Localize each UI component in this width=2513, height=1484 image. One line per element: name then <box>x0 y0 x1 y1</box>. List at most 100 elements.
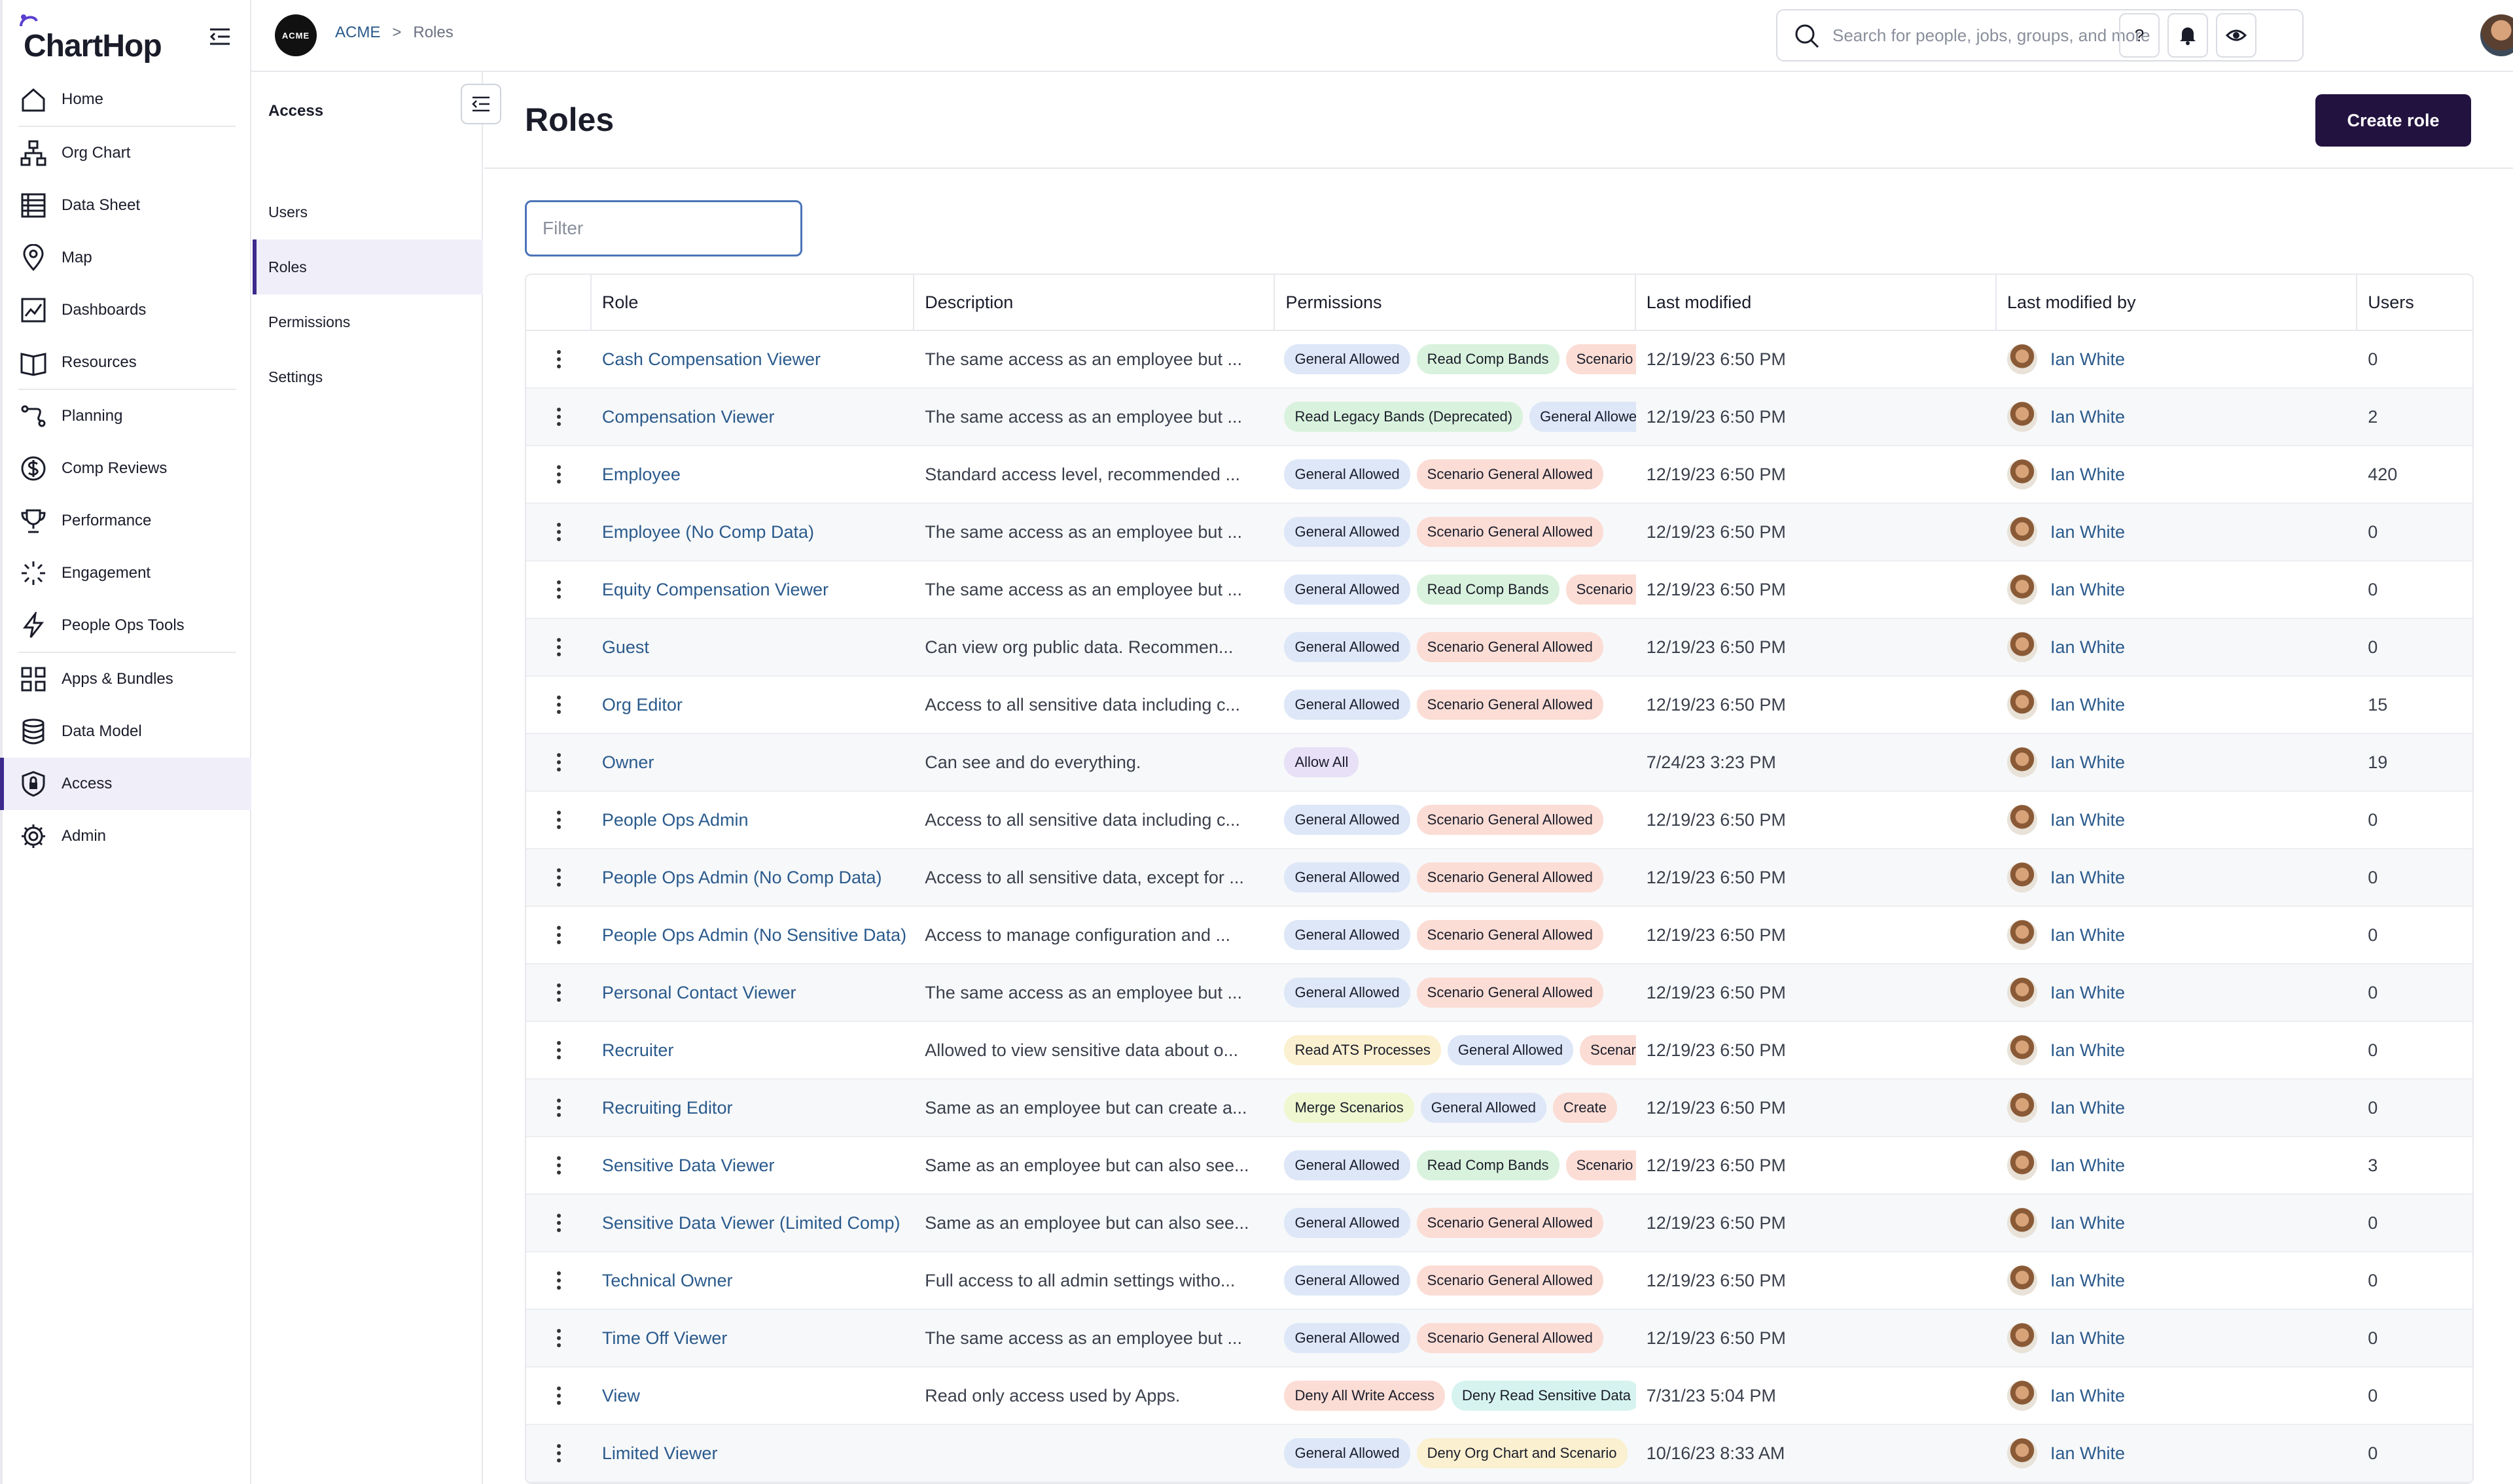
last-modified-by-cell[interactable]: Ian White <box>1997 964 2357 1021</box>
last-modified-by-link[interactable]: Ian White <box>2050 1098 2125 1118</box>
nav-item-access[interactable]: Access <box>0 758 251 810</box>
row-actions-button[interactable] <box>526 677 592 733</box>
role-name-link[interactable]: Technical Owner <box>592 1252 914 1309</box>
last-modified-by-cell[interactable]: Ian White <box>1997 561 2357 618</box>
column-header-last-modified[interactable]: Last modified <box>1636 275 1997 330</box>
last-modified-by-cell[interactable]: Ian White <box>1997 504 2357 560</box>
filter-input[interactable] <box>543 218 791 239</box>
last-modified-by-link[interactable]: Ian White <box>2050 1156 2125 1176</box>
last-modified-by-cell[interactable]: Ian White <box>1997 331 2357 387</box>
column-header-users[interactable]: Users <box>2357 275 2472 330</box>
nav-item-performance[interactable]: Performance <box>0 495 251 547</box>
last-modified-by-link[interactable]: Ian White <box>2050 522 2125 542</box>
row-actions-button[interactable] <box>526 561 592 618</box>
filter-field[interactable] <box>525 200 802 256</box>
last-modified-by-link[interactable]: Ian White <box>2050 752 2125 773</box>
column-header-permissions[interactable]: Permissions <box>1275 275 1636 330</box>
last-modified-by-link[interactable]: Ian White <box>2050 407 2125 427</box>
table-row[interactable]: Recruiter Allowed to view sensitive data … <box>526 1022 2472 1080</box>
table-row[interactable]: Sensitive Data Viewer Same as an employee… <box>526 1137 2472 1195</box>
column-header-role[interactable]: Role <box>592 275 915 330</box>
table-row[interactable]: Equity Compensation Viewer The same acces… <box>526 561 2472 619</box>
table-row[interactable]: Limited Viewer General Allowed Deny Org Ch… <box>526 1425 2472 1483</box>
table-row[interactable]: Cash Compensation Viewer The same access … <box>526 331 2472 389</box>
column-header-last-modified-by[interactable]: Last modified by <box>1997 275 2358 330</box>
nav-item-engagement[interactable]: Engagement <box>0 547 251 599</box>
table-row[interactable]: Time Off Viewer The same access as an emp… <box>526 1310 2472 1368</box>
last-modified-by-link[interactable]: Ian White <box>2050 925 2125 945</box>
last-modified-by-cell[interactable]: Ian White <box>1997 907 2357 963</box>
row-actions-button[interactable] <box>526 907 592 963</box>
row-actions-button[interactable] <box>526 964 592 1021</box>
last-modified-by-link[interactable]: Ian White <box>2050 1386 2125 1406</box>
last-modified-by-cell[interactable]: Ian White <box>1997 1252 2357 1309</box>
table-row[interactable]: Owner Can see and do everything. Allow All… <box>526 734 2472 792</box>
table-row[interactable]: Org Editor Access to all sensitive data i… <box>526 677 2472 734</box>
last-modified-by-link[interactable]: Ian White <box>2050 1040 2125 1061</box>
last-modified-by-cell[interactable]: Ian White <box>1997 1195 2357 1251</box>
subnav-item-settings[interactable]: Settings <box>253 349 483 404</box>
role-name-link[interactable]: Owner <box>592 734 914 790</box>
last-modified-by-link[interactable]: Ian White <box>2050 465 2125 485</box>
row-actions-button[interactable] <box>526 1368 592 1424</box>
last-modified-by-link[interactable]: Ian White <box>2050 983 2125 1003</box>
role-name-link[interactable]: Compensation Viewer <box>592 389 914 445</box>
last-modified-by-cell[interactable]: Ian White <box>1997 792 2357 848</box>
row-actions-button[interactable] <box>526 1195 592 1251</box>
role-name-link[interactable]: Recruiting Editor <box>592 1080 914 1136</box>
last-modified-by-cell[interactable]: Ian White <box>1997 389 2357 445</box>
last-modified-by-link[interactable]: Ian White <box>2050 868 2125 888</box>
nav-item-map[interactable]: Map <box>0 232 251 284</box>
row-actions-button[interactable] <box>526 331 592 387</box>
last-modified-by-link[interactable]: Ian White <box>2050 580 2125 600</box>
nav-item-comp-reviews[interactable]: Comp Reviews <box>0 442 251 495</box>
role-name-link[interactable]: People Ops Admin (No Comp Data) <box>592 849 914 906</box>
role-name-link[interactable]: People Ops Admin (No Sensitive Data) <box>592 907 914 963</box>
nav-item-data-sheet[interactable]: Data Sheet <box>0 179 251 232</box>
collapse-sidebar-button[interactable] <box>207 24 233 50</box>
row-actions-button[interactable] <box>526 619 592 675</box>
last-modified-by-link[interactable]: Ian White <box>2050 1271 2125 1291</box>
row-actions-button[interactable] <box>526 504 592 560</box>
last-modified-by-link[interactable]: Ian White <box>2050 349 2125 370</box>
last-modified-by-link[interactable]: Ian White <box>2050 695 2125 715</box>
table-row[interactable]: View Read only access used by Apps. Deny A… <box>526 1368 2472 1425</box>
role-name-link[interactable]: Guest <box>592 619 914 675</box>
row-actions-button[interactable] <box>526 1310 592 1366</box>
role-name-link[interactable]: Sensitive Data Viewer <box>592 1137 914 1193</box>
role-name-link[interactable]: People Ops Admin <box>592 792 914 848</box>
row-actions-button[interactable] <box>526 734 592 790</box>
last-modified-by-cell[interactable]: Ian White <box>1997 1080 2357 1136</box>
user-avatar[interactable] <box>2480 14 2513 56</box>
column-header-description[interactable]: Description <box>914 275 1275 330</box>
create-role-button[interactable]: Create role <box>2315 94 2471 147</box>
last-modified-by-link[interactable]: Ian White <box>2050 1213 2125 1233</box>
notifications-button[interactable] <box>2167 13 2208 58</box>
last-modified-by-cell[interactable]: Ian White <box>1997 1137 2357 1193</box>
table-row[interactable]: Technical Owner Full access to all admin … <box>526 1252 2472 1310</box>
role-name-link[interactable]: Equity Compensation Viewer <box>592 561 914 618</box>
nav-item-org-chart[interactable]: Org Chart <box>0 127 251 179</box>
nav-item-people-ops-tools[interactable]: People Ops Tools <box>0 599 251 652</box>
nav-item-admin[interactable]: Admin <box>0 810 251 862</box>
last-modified-by-link[interactable]: Ian White <box>2050 1328 2125 1349</box>
subnav-item-roles[interactable]: Roles <box>253 239 483 294</box>
role-name-link[interactable]: Employee (No Comp Data) <box>592 504 914 560</box>
row-actions-button[interactable] <box>526 849 592 906</box>
nav-item-dashboards[interactable]: Dashboards <box>0 284 251 336</box>
role-name-link[interactable]: Employee <box>592 446 914 503</box>
table-row[interactable]: People Ops Admin Access to all sensitive … <box>526 792 2472 849</box>
row-actions-button[interactable] <box>526 1252 592 1309</box>
last-modified-by-cell[interactable]: Ian White <box>1997 1310 2357 1366</box>
table-row[interactable]: Employee Standard access level, recommend… <box>526 446 2472 504</box>
table-row[interactable]: Employee (No Comp Data) The same access a… <box>526 504 2472 561</box>
table-row[interactable]: People Ops Admin (No Sensitive Data) Acce… <box>526 907 2472 964</box>
role-name-link[interactable]: Org Editor <box>592 677 914 733</box>
subnav-item-users[interactable]: Users <box>253 185 483 239</box>
row-actions-button[interactable] <box>526 389 592 445</box>
last-modified-by-cell[interactable]: Ian White <box>1997 734 2357 790</box>
last-modified-by-link[interactable]: Ian White <box>2050 637 2125 658</box>
last-modified-by-link[interactable]: Ian White <box>2050 810 2125 830</box>
nav-item-apps-bundles[interactable]: Apps & Bundles <box>0 653 251 705</box>
org-avatar[interactable]: ACME <box>275 14 317 56</box>
